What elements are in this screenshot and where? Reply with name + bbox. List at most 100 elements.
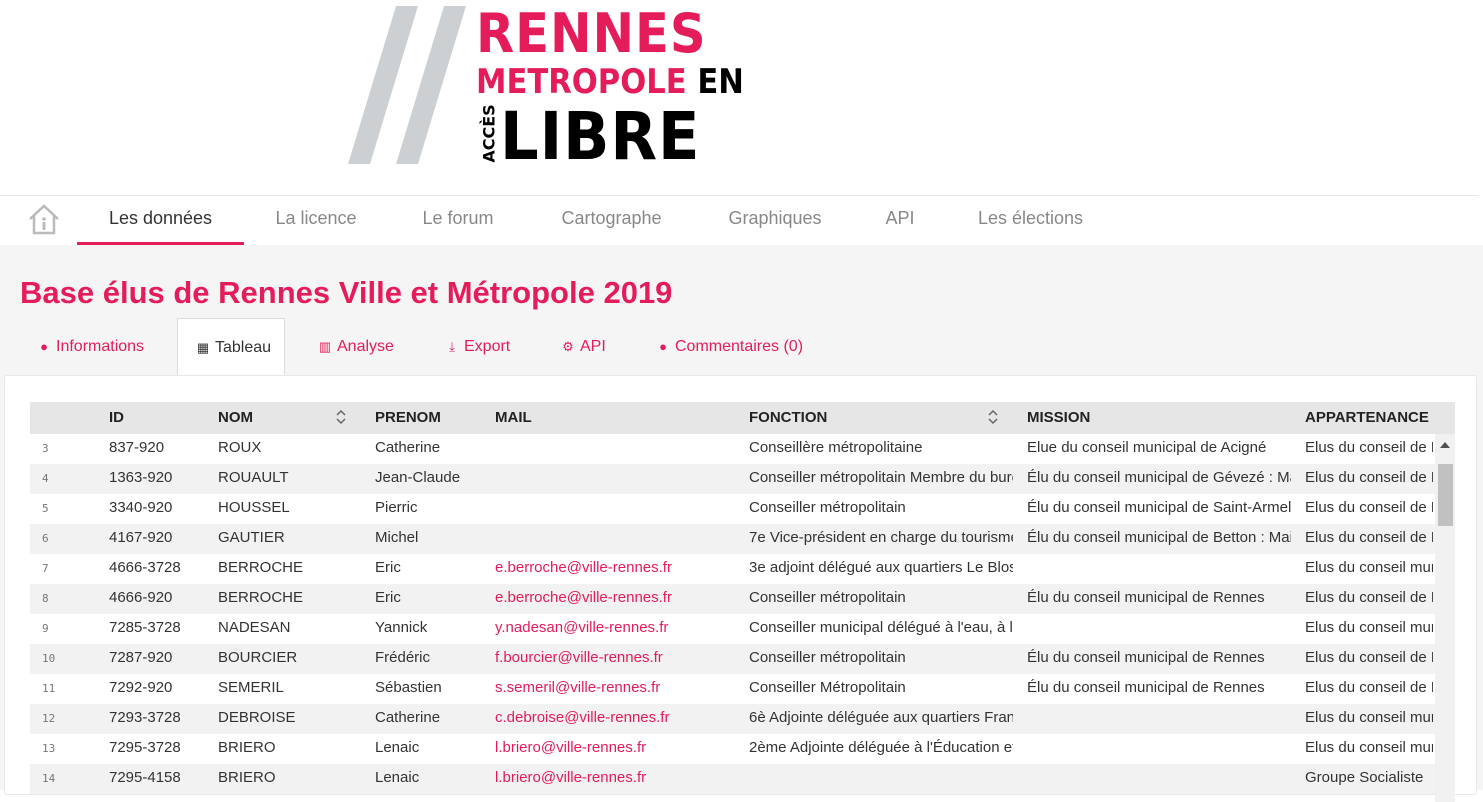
cell-nom: ROUX (218, 439, 262, 456)
home-icon[interactable] (26, 202, 62, 236)
cell-nom: NADESAN (218, 619, 291, 636)
cell-mission: Élu du conseil municipal de Rennes (1027, 649, 1265, 666)
cell-prenom: Sébastien (375, 679, 442, 696)
column-header-nom[interactable]: NOM (218, 409, 253, 426)
table-row[interactable]: 4 1363-920 ROUAULT Jean-Claude Conseiller mé… (30, 464, 1435, 494)
cell-prenom: Catherine (375, 439, 441, 456)
cell-prenom: Pierric (375, 499, 418, 516)
vertical-scrollbar[interactable] (1435, 434, 1455, 802)
tab-analyse-label: Analyse (337, 338, 394, 355)
nav-graphiques[interactable]: Graphiques (713, 196, 837, 246)
cell-nom: BRIERO (218, 739, 276, 756)
column-header-appartenance[interactable]: APPARTENANCE (1305, 409, 1429, 426)
row-number: 11 (42, 682, 56, 695)
main-nav: Les données La licence Le forum Cartogra… (0, 195, 1478, 246)
cell-appartenance: Elus du conseil de R (1305, 529, 1433, 546)
cell-fonction: Conseillère métropolitaine (749, 439, 923, 456)
column-header-mission[interactable]: MISSION (1027, 409, 1090, 426)
cell-mail[interactable]: e.berroche@ville-rennes.fr (495, 589, 745, 606)
logo-slashes (348, 6, 466, 164)
nav-les-elections[interactable]: Les élections (964, 196, 1097, 246)
column-header-fonction[interactable]: FONCTION (749, 409, 827, 426)
logo-en-word: EN (697, 62, 744, 102)
table-row[interactable]: 7 4666-3728 BERROCHE Eric e.berroche@ville-r… (30, 554, 1435, 584)
cell-mail[interactable]: e.berroche@ville-rennes.fr (495, 559, 745, 576)
nav-api[interactable]: API (872, 196, 928, 246)
nav-la-licence[interactable]: La licence (262, 196, 370, 246)
nav-les-donnees[interactable]: Les données (77, 196, 244, 246)
cell-mission: Élu du conseil municipal de Saint-Armel (1027, 499, 1291, 516)
column-header-prenom[interactable]: PRENOM (375, 409, 441, 426)
cell-fonction: 7e Vice-président en charge du tourisme (749, 529, 1013, 546)
row-number: 3 (42, 442, 49, 455)
cell-id: 7295-3728 (109, 739, 181, 756)
cell-prenom: Catherine (375, 709, 441, 726)
tab-commentaires-label: Commentaires (0) (675, 338, 804, 355)
cell-appartenance: Elus du conseil muni (1305, 709, 1433, 726)
cell-appartenance: Elus du conseil muni (1305, 739, 1433, 756)
data-grid: ID NOM PRENOM MAIL FONCTION MISSION APPA… (30, 402, 1455, 802)
cell-appartenance: Elus du conseil de R (1305, 499, 1433, 516)
cell-mission: Élu du conseil municipal de Betton : Mai… (1027, 529, 1291, 546)
cell-prenom: Lenaic (375, 739, 420, 756)
table-row[interactable]: 13 7295-3728 BRIERO Lenaic l.briero@ville-re… (30, 734, 1435, 764)
tab-tableau[interactable]: ▦ Tableau (177, 318, 285, 376)
cell-fonction: Conseiller métropolitain (749, 649, 906, 666)
cell-appartenance: Elus du conseil muni (1305, 559, 1433, 576)
sort-icon[interactable] (987, 408, 999, 426)
cell-id: 7287-920 (109, 649, 173, 666)
cell-id: 7295-4158 (109, 769, 181, 786)
cell-prenom: Eric (375, 559, 401, 576)
grid-header: ID NOM PRENOM MAIL FONCTION MISSION APPA… (30, 402, 1455, 434)
tab-informations-label: Informations (56, 338, 145, 355)
cell-mail[interactable]: f.bourcier@ville-rennes.fr (495, 649, 745, 666)
cell-id: 1363-920 (109, 469, 173, 486)
cell-mission: Elue du conseil municipal de Acigné (1027, 439, 1267, 456)
table-row[interactable]: 12 7293-3728 DEBROISE Catherine c.debroise@v… (30, 704, 1435, 734)
cell-mail[interactable]: c.debroise@ville-rennes.fr (495, 709, 745, 726)
cell-mission: Élu du conseil municipal de Rennes (1027, 589, 1265, 606)
row-number: 8 (42, 592, 49, 605)
tab-api[interactable]: ⚙ API (560, 318, 606, 376)
table-row[interactable]: 8 4666-920 BERROCHE Eric e.berroche@ville-re… (30, 584, 1435, 614)
rennes-metropole-logo[interactable]: RENNES METROPOLE EN ACCÈS LIBRE (348, 2, 768, 175)
nav-le-forum[interactable]: Le forum (408, 196, 508, 246)
tab-analyse[interactable]: ▥ Analyse (317, 318, 394, 376)
tab-export-label: Export (464, 338, 511, 355)
comments-icon: ● (659, 339, 667, 354)
cell-nom: BERROCHE (218, 589, 304, 606)
cell-mail[interactable]: l.briero@ville-rennes.fr (495, 739, 745, 756)
row-number: 10 (42, 652, 56, 665)
cell-mail[interactable]: s.semeril@ville-rennes.fr (495, 679, 745, 696)
cell-prenom: Michel (375, 529, 419, 546)
row-number: 13 (42, 742, 56, 755)
cell-fonction: 6è Adjointe déléguée aux quartiers Frank… (749, 709, 1013, 726)
cell-mail[interactable]: y.nadesan@ville-rennes.fr (495, 619, 745, 636)
scroll-up-arrow-icon[interactable] (1440, 442, 1450, 448)
tab-commentaires[interactable]: ● Commentaires (0) (655, 318, 803, 376)
cell-mail[interactable]: l.briero@ville-rennes.fr (495, 769, 745, 786)
tab-informations[interactable]: ● Informations (36, 318, 144, 376)
cell-nom: BOURCIER (218, 649, 298, 666)
cell-id: 3340-920 (109, 499, 173, 516)
sort-icon[interactable] (335, 408, 347, 426)
logo-acces-word: ACCÈS (479, 104, 499, 163)
column-header-id[interactable]: ID (109, 409, 124, 426)
table-row[interactable]: 3 837-920 ROUX Catherine Conseillère métropo… (30, 434, 1435, 464)
cell-id: 7285-3728 (109, 619, 181, 636)
nav-cartographe[interactable]: Cartographe (545, 196, 678, 246)
scrollbar-thumb[interactable] (1438, 464, 1453, 526)
cell-id: 837-920 (109, 439, 165, 456)
table-row[interactable]: 6 4167-920 GAUTIER Michel 7e Vice-président … (30, 524, 1435, 554)
column-header-mail[interactable]: MAIL (495, 409, 532, 426)
table-row[interactable]: 11 7292-920 SEMERIL Sébastien s.semeril@vill… (30, 674, 1435, 704)
cell-nom: BRIERO (218, 769, 276, 786)
table-row[interactable]: 10 7287-920 BOURCIER Frédéric f.bourcier@vil… (30, 644, 1435, 674)
tab-export[interactable]: ⤓ Export (444, 318, 510, 376)
row-number: 6 (42, 532, 49, 545)
table-row[interactable]: 9 7285-3728 NADESAN Yannick y.nadesan@ville-… (30, 614, 1435, 644)
table-row[interactable]: 5 3340-920 HOUSSEL Pierric Conseiller métrop… (30, 494, 1435, 524)
tab-api-label: API (580, 338, 606, 355)
cell-fonction: Conseiller municipal délégué à l'eau, à … (749, 619, 1013, 636)
cell-fonction: 2ème Adjointe déléguée à l'Éducation et (749, 739, 1013, 756)
